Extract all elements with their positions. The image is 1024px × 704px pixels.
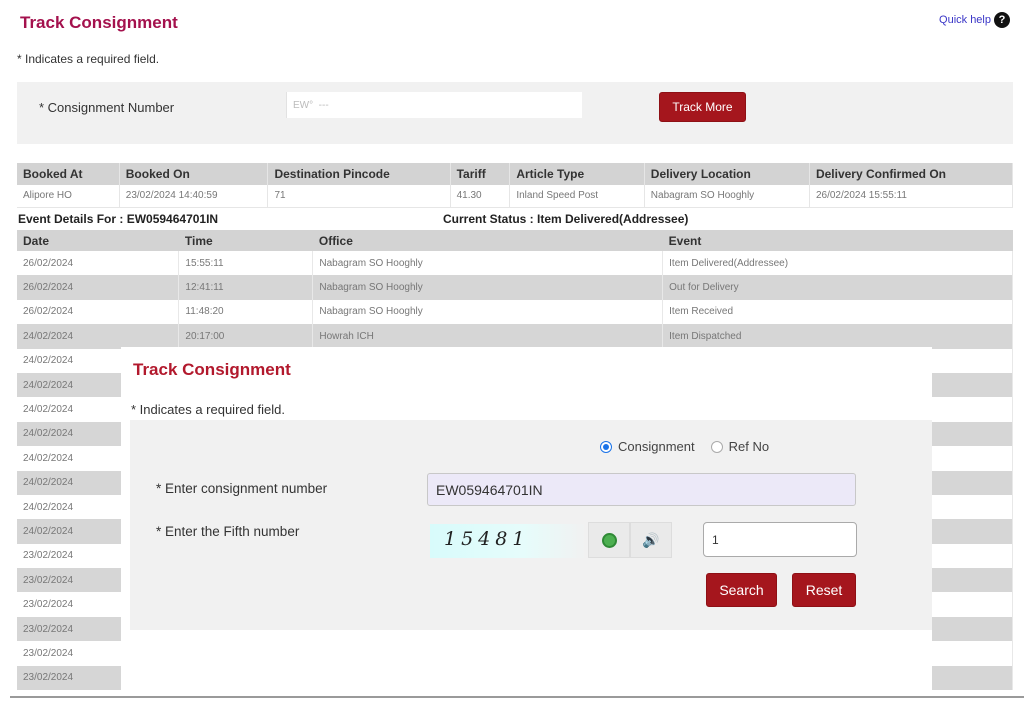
event-details-title: Event Details For : EW059464701IN — [18, 212, 219, 226]
events-header-cell: Office — [312, 230, 663, 251]
booking-cell: Nabagram SO Hooghly — [644, 185, 810, 208]
events-header-cell: Time — [178, 230, 313, 251]
consignment-number-label: * Consignment Number — [39, 100, 175, 115]
booking-header-cell: Booked At — [17, 163, 120, 185]
current-status: Current Status : Item Delivered(Addresse… — [443, 212, 689, 226]
booking-row: Alipore HO 23/02/2024 14:40:59 71 41.30 Inla… — [17, 185, 1014, 208]
event-cell: Nabagram SO Hooghly — [312, 299, 664, 325]
radio-consignment-label[interactable]: Consignment — [618, 439, 695, 454]
fifth-number-label: * Enter the Fifth number — [156, 524, 300, 539]
consignment-search-bar: * Consignment Number Track More — [17, 82, 1013, 144]
quick-help-link[interactable]: Quick help — [939, 14, 991, 26]
page-title: Track Consignment — [20, 13, 178, 32]
search-button[interactable]: Search — [706, 573, 777, 607]
event-cell: 26/02/2024 — [17, 299, 180, 325]
refresh-icon — [601, 532, 617, 548]
event-cell: 12:41:11 — [178, 275, 314, 300]
event-row: 26/02/2024 15:55:11 Nabagram SO Hooghly Ite… — [17, 251, 1013, 276]
modal-form: Consignment Ref No * Enter consignment n… — [130, 420, 932, 630]
consignment-field-label: * Enter consignment number — [156, 481, 328, 496]
radio-refno-label[interactable]: Ref No — [729, 439, 769, 454]
event-row: 26/02/2024 12:41:11 Nabagram SO Hooghly Out… — [17, 275, 1013, 300]
booking-table: Booked At Booked On Destination Pincode Tar… — [17, 163, 1014, 208]
event-cell: Howrah ICH — [312, 324, 664, 349]
track-more-button[interactable]: Track More — [659, 92, 746, 122]
search-type-radio-group: Consignment Ref No — [600, 439, 779, 454]
events-header-cell: Date — [17, 230, 179, 251]
booking-header-cell: Tariff — [450, 163, 511, 185]
fifth-number-input[interactable] — [703, 522, 857, 557]
events-header-cell: Event — [662, 230, 1013, 251]
event-cell: Nabagram SO Hooghly — [312, 275, 664, 300]
modal-required-note: * Indicates a required field. — [131, 402, 285, 417]
event-cell: 11:48:20 — [178, 299, 314, 325]
event-cell: 26/02/2024 — [17, 275, 180, 300]
booking-cell: Alipore HO — [17, 185, 120, 208]
event-cell: Item Dispatched — [662, 324, 1013, 349]
radio-refno[interactable] — [710, 440, 723, 453]
booking-header-cell: Delivery Location — [644, 163, 810, 185]
event-cell: Item Received — [662, 299, 1013, 325]
booking-header-cell: Article Type — [509, 163, 645, 185]
consignment-number-input[interactable] — [286, 92, 582, 118]
required-note: * Indicates a required field. — [17, 52, 160, 66]
modal-title: Track Consignment — [133, 360, 291, 379]
event-cell: 24/02/2024 — [17, 324, 180, 349]
speaker-icon: 🔊 — [642, 531, 660, 548]
radio-consignment[interactable] — [600, 440, 612, 453]
reset-button[interactable]: Reset — [792, 573, 856, 607]
event-cell: Out for Delivery — [662, 275, 1013, 300]
booking-cell: Inland Speed Post — [509, 185, 645, 208]
event-row: 24/02/2024 20:17:00 Howrah ICH Item Dispatc… — [17, 324, 1013, 349]
help-icon[interactable]: ? — [994, 12, 1010, 28]
track-consignment-modal: Track Consignment * Indicates a required… — [121, 347, 932, 696]
event-cell: 26/02/2024 — [17, 251, 180, 276]
booking-cell: 71 — [267, 185, 451, 208]
booking-header-cell: Booked On — [119, 163, 269, 185]
event-cell: Nabagram SO Hooghly — [312, 251, 664, 276]
consignment-number-field[interactable] — [427, 473, 856, 506]
booking-cell: 41.30 — [450, 185, 511, 208]
quick-help[interactable]: Quick help ? — [939, 12, 1010, 28]
refresh-captcha-button[interactable] — [588, 522, 630, 558]
booking-header-cell: Destination Pincode — [267, 163, 451, 185]
event-row: 26/02/2024 11:48:20 Nabagram SO Hooghly Ite… — [17, 299, 1013, 325]
event-cell: Item Delivered(Addressee) — [662, 251, 1013, 276]
booking-cell: 26/02/2024 15:55:11 — [809, 185, 1014, 208]
booking-cell: 23/02/2024 14:40:59 — [119, 185, 269, 208]
bottom-divider — [10, 696, 1024, 698]
event-cell: 15:55:11 — [178, 251, 314, 276]
audio-captcha-button[interactable]: 🔊 — [630, 522, 672, 558]
booking-header-cell: Delivery Confirmed On — [809, 163, 1014, 185]
event-cell: 20:17:00 — [178, 324, 314, 349]
captcha-image: 15481 — [430, 524, 586, 558]
